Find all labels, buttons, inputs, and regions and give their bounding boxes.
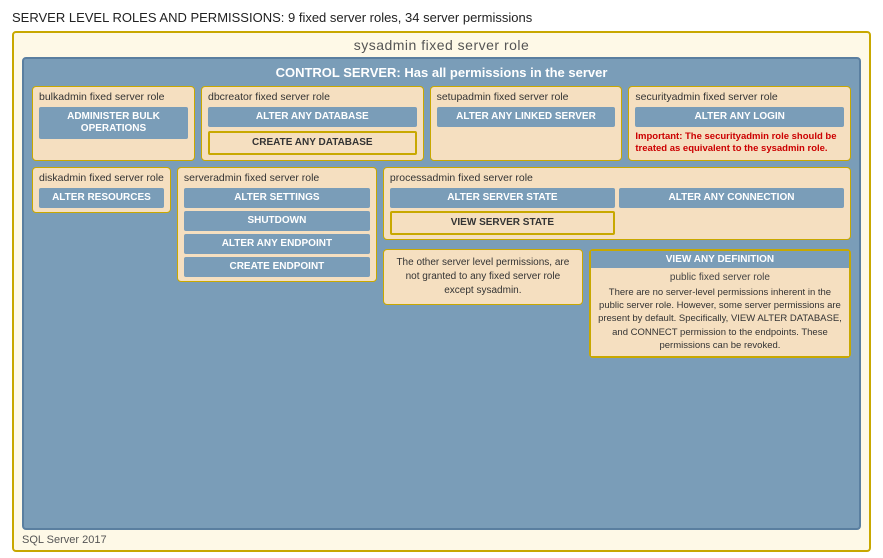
bottom-info: The other server level permissions, are …	[383, 249, 851, 358]
title-normal: 9 fixed server roles, 34 server permissi…	[284, 10, 532, 25]
perm-alter-any-linked: ALTER ANY LINKED SERVER	[437, 107, 616, 127]
processadmin-perms-row: ALTER SERVER STATE VIEW SERVER STATE ALT…	[390, 188, 844, 235]
control-server-box: CONTROL SERVER: Has all permissions in t…	[22, 57, 861, 530]
serveradmin-perms: ALTER SETTINGS SHUTDOWN ALTER ANY ENDPOI…	[184, 188, 370, 277]
diskadmin-title: diskadmin fixed server role	[39, 172, 164, 184]
perm-shutdown: SHUTDOWN	[184, 211, 370, 231]
dbcreator-card: dbcreator fixed server role ALTER ANY DA…	[201, 86, 424, 161]
securityadmin-card: securityadmin fixed server role ALTER AN…	[628, 86, 851, 161]
perm-create-endpoint: CREATE ENDPOINT	[184, 257, 370, 277]
sysadmin-box: sysadmin fixed server role CONTROL SERVE…	[12, 31, 871, 552]
bulkadmin-title: bulkadmin fixed server role	[39, 91, 188, 103]
page-container: SERVER LEVEL ROLES AND PERMISSIONS: 9 fi…	[0, 0, 883, 558]
public-role-box: public fixed server role There are no se…	[591, 268, 849, 356]
processadmin-card: processadmin fixed server role ALTER SER…	[383, 167, 851, 240]
perm-administer-bulk: ADMINISTER BULKOPERATIONS	[39, 107, 188, 139]
serveradmin-card: serveradmin fixed server role ALTER SETT…	[177, 167, 377, 282]
bulkadmin-card: bulkadmin fixed server role ADMINISTER B…	[32, 86, 195, 161]
perm-view-server-state: VIEW SERVER STATE	[390, 211, 615, 235]
securityadmin-note: Important: The securityadmin role should…	[635, 131, 844, 156]
roles-row-top: bulkadmin fixed server role ADMINISTER B…	[32, 86, 851, 161]
perm-alter-settings: ALTER SETTINGS	[184, 188, 370, 208]
control-server-title: CONTROL SERVER: Has all permissions in t…	[32, 65, 851, 80]
perm-alter-server-state: ALTER SERVER STATE	[390, 188, 615, 208]
public-role-text: There are no server-level permissions in…	[597, 286, 843, 352]
perm-alter-any-endpoint: ALTER ANY ENDPOINT	[184, 234, 370, 254]
title-bold: SERVER LEVEL ROLES AND PERMISSIONS:	[12, 10, 284, 25]
sysadmin-title: sysadmin fixed server role	[22, 37, 861, 53]
perm-alter-any-connection: ALTER ANY CONNECTION	[619, 188, 844, 208]
securityadmin-title: securityadmin fixed server role	[635, 91, 844, 103]
other-perms-note: The other server level permissions, are …	[383, 249, 583, 305]
dbcreator-title: dbcreator fixed server role	[208, 91, 417, 103]
perm-create-any-db: CREATE ANY DATABASE	[208, 131, 417, 155]
perm-alter-any-login: ALTER ANY LOGIN	[635, 107, 844, 127]
diskadmin-card: diskadmin fixed server role ALTER RESOUR…	[32, 167, 171, 213]
setupadmin-title: setupadmin fixed server role	[437, 91, 616, 103]
roles-row-bottom: diskadmin fixed server role ALTER RESOUR…	[32, 167, 851, 522]
view-any-def-title: VIEW ANY DEFINITION	[591, 251, 849, 268]
processadmin-title: processadmin fixed server role	[390, 172, 844, 184]
page-title: SERVER LEVEL ROLES AND PERMISSIONS: 9 fi…	[12, 10, 871, 25]
perm-alter-resources: ALTER RESOURCES	[39, 188, 164, 208]
perm-alter-any-db: ALTER ANY DATABASE	[208, 107, 417, 127]
sql-server-label: SQL Server 2017	[22, 534, 861, 546]
serveradmin-title: serveradmin fixed server role	[184, 172, 370, 184]
setupadmin-card: setupadmin fixed server role ALTER ANY L…	[430, 86, 623, 161]
view-any-def-box: VIEW ANY DEFINITION public fixed server …	[589, 249, 851, 358]
public-role-title: public fixed server role	[597, 272, 843, 283]
